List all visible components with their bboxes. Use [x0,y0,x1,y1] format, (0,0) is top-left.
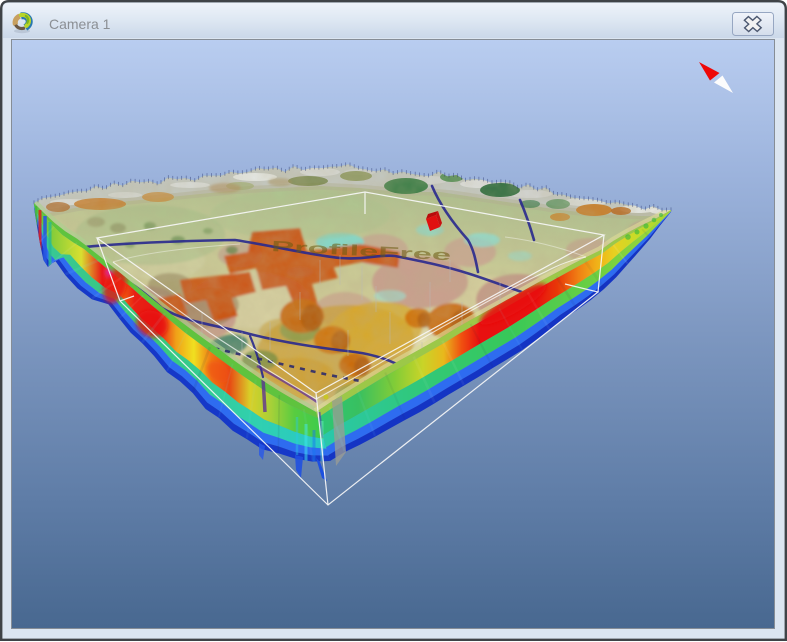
svg-text:Camera 1: Camera 1 [49,16,111,32]
